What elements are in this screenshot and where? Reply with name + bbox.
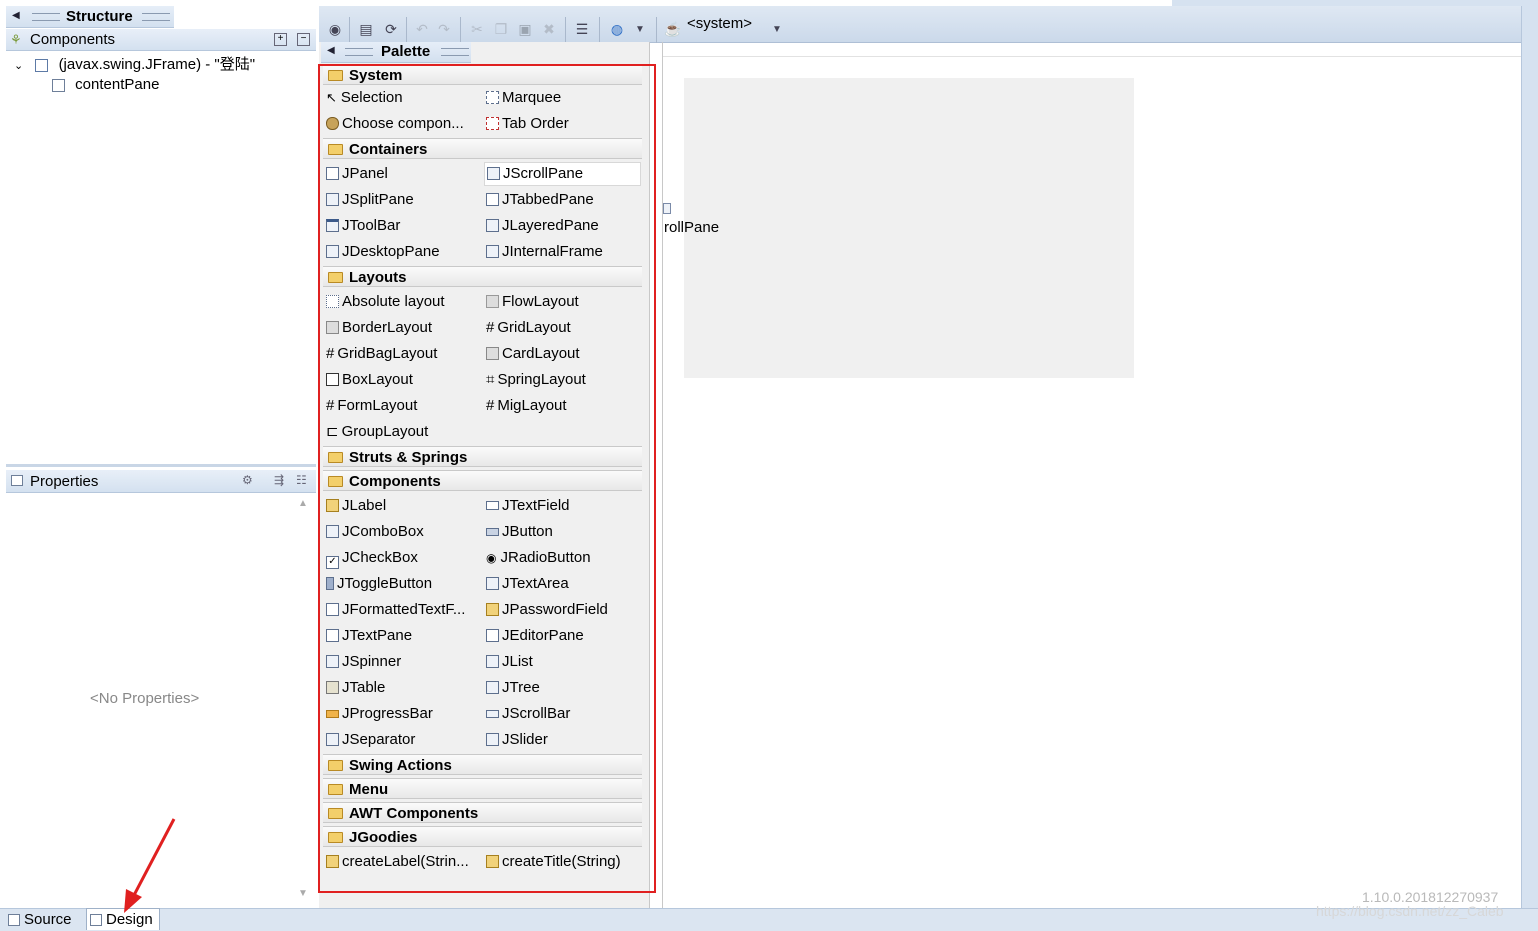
design-icon (90, 914, 102, 927)
frame-icon (35, 58, 49, 72)
palette-manager-icon[interactable]: ▤ (356, 19, 376, 39)
collapse-left-icon[interactable]: ◀ (12, 10, 20, 21)
components-header: ⚘ Components + − (6, 29, 316, 51)
show-advanced-icon[interactable]: ⚙ (242, 473, 253, 487)
globe-icon[interactable]: ◍ (607, 19, 627, 39)
chevron-down-icon[interactable]: ⌄ (14, 60, 23, 72)
tab-label: Source (24, 911, 72, 928)
toolbar-separator (565, 17, 566, 43)
undo-icon[interactable]: ↶ (412, 19, 432, 39)
left-divider[interactable] (6, 464, 316, 467)
tree-label: contentPane (75, 76, 160, 93)
annotation-arrow (124, 818, 176, 913)
properties-title: Properties (30, 473, 99, 490)
properties-header: Properties ⚙ ⇶ ☷ (6, 470, 316, 493)
panel-icon (52, 78, 65, 92)
palette-header: ◀ Palette (321, 42, 471, 63)
components-tree: ⌄ (javax.swing.JFrame) - "登陆" contentPan… (6, 51, 316, 463)
collapse-palette-icon[interactable]: ◀ (327, 45, 335, 56)
right-edge-bar (1521, 6, 1538, 909)
drag-handle-icon[interactable] (441, 48, 469, 56)
palette-highlight-box (318, 64, 656, 893)
drag-handle-icon[interactable] (142, 13, 170, 21)
components-icon: ⚘ (10, 32, 22, 47)
editor-toolbar: ◉ ▤ ⟳ ↶ ↷ ✂ ❐ ▣ ✖ ☰ ◍ ▼ ☕ <system> ▼ (319, 6, 1521, 43)
properties-toggle-icon[interactable]: ☰ (572, 19, 592, 39)
tree-label: (javax.swing.JFrame) - "登陆" (58, 56, 256, 73)
test-preview-icon[interactable]: ◉ (325, 19, 345, 39)
scrollpane-drag-label: rollPane (664, 219, 720, 236)
scroll-up-icon[interactable]: ▲ (298, 498, 308, 509)
look-and-feel-dropdown-icon[interactable]: ▼ (767, 19, 787, 39)
delete-icon[interactable]: ✖ (539, 19, 559, 39)
scroll-down-icon[interactable]: ▼ (298, 888, 308, 899)
dropdown-arrow-icon[interactable]: ▼ (630, 19, 650, 39)
source-icon (8, 914, 20, 927)
refresh-icon[interactable]: ⟳ (381, 19, 401, 39)
copy-icon[interactable]: ❐ (491, 19, 511, 39)
tree-row-contentpane[interactable]: contentPane (52, 76, 159, 96)
look-and-feel-combo[interactable]: <system> (687, 15, 752, 32)
toolbar-separator (406, 17, 407, 43)
paste-icon[interactable]: ▣ (515, 19, 535, 39)
properties-menu-icon[interactable]: ☷ (296, 473, 307, 487)
watermark-text: https://blog.csdn.net/zz_Caleb (1316, 903, 1504, 919)
structure-title: Structure (66, 8, 133, 25)
toolbar-separator (656, 17, 657, 43)
canvas-top-border (663, 56, 1521, 57)
toolbar-separator (599, 17, 600, 43)
structure-header: ◀ Structure (6, 6, 174, 28)
look-and-feel-icon[interactable]: ☕ (663, 19, 683, 39)
properties-icon (11, 475, 23, 486)
scrollpane-drag-icon (663, 203, 671, 214)
redo-icon[interactable]: ↷ (434, 19, 454, 39)
no-properties-label: <No Properties> (90, 690, 200, 707)
goto-definition-icon[interactable]: ⇶ (274, 473, 284, 487)
tab-source[interactable]: Source (8, 909, 84, 930)
toolbar-separator (349, 17, 350, 43)
expand-all-icon[interactable]: + (274, 33, 287, 46)
drag-handle-icon[interactable] (345, 48, 373, 56)
bottom-tab-bar (0, 908, 1538, 931)
drag-handle-icon[interactable] (32, 13, 60, 21)
top-tab-strip (1172, 0, 1538, 6)
design-frame-preview[interactable] (684, 78, 1134, 378)
tree-row-jframe[interactable]: ⌄ (javax.swing.JFrame) - "登陆" (14, 53, 255, 73)
palette-title: Palette (381, 43, 431, 60)
toolbar-separator (460, 17, 461, 43)
components-title: Components (30, 31, 116, 48)
collapse-all-icon[interactable]: − (297, 33, 310, 46)
cut-icon[interactable]: ✂ (467, 19, 487, 39)
canvas-left-border (662, 42, 663, 908)
